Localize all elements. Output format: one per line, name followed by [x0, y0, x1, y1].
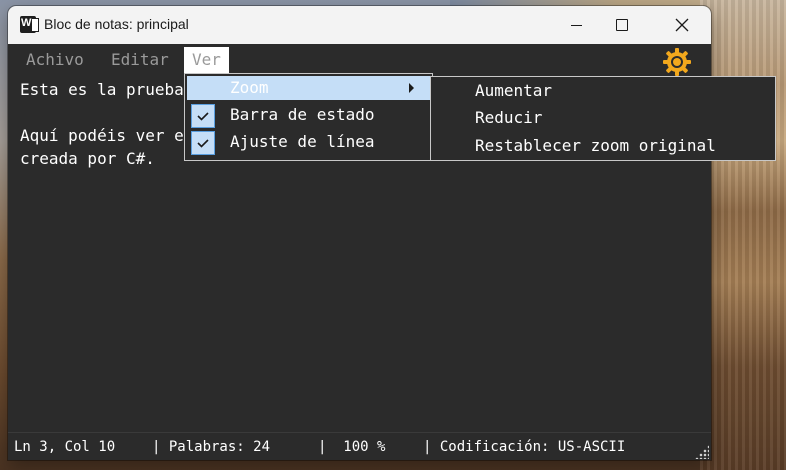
resize-grip[interactable] [695, 445, 709, 459]
status-words: | Palabras: 24 [152, 439, 271, 455]
app-icon [20, 16, 39, 33]
menu-editar[interactable]: Editar [105, 49, 175, 71]
menu-item-barra-de-estado[interactable]: Barra de estado [187, 103, 430, 128]
menu-item-label: Barra de estado [230, 105, 375, 124]
close-button[interactable] [659, 6, 705, 44]
menu-item-reducir[interactable]: Reducir [475, 108, 542, 127]
editor-line: Aquí podéis ver e [20, 126, 184, 145]
status-bar: Ln 3, Col 10 | Palabras: 24 | 100 % | Co… [8, 432, 711, 460]
submenu-arrow-icon [409, 83, 414, 93]
status-encoding: | Codificación: US-ASCII [423, 439, 626, 455]
close-icon [675, 18, 689, 32]
status-position: Ln 3, Col 10 [14, 439, 116, 455]
menu-item-restablecer-zoom[interactable]: Restablecer zoom original [475, 136, 716, 155]
editor-line: Esta es la prueba [20, 80, 184, 99]
zoom-submenu: Aumentar Reducir Restablecer zoom origin… [430, 76, 776, 161]
checkmark-box [191, 131, 215, 155]
minimize-button[interactable] [553, 6, 599, 44]
checkmark-icon [197, 139, 209, 148]
ver-dropdown-menu: Zoom Barra de estado Ajuste de línea [184, 73, 433, 161]
checkmark-box [191, 104, 215, 128]
menu-item-label: Zoom [230, 78, 269, 97]
gear-icon[interactable] [662, 47, 692, 77]
desktop-cliff-town [700, 0, 786, 470]
title-bar[interactable]: Bloc de notas: principal [8, 6, 711, 44]
menu-item-zoom[interactable]: Zoom [187, 76, 430, 100]
menu-archivo[interactable]: Achivo [20, 49, 90, 71]
maximize-icon [616, 19, 628, 31]
menu-ver[interactable]: Ver [184, 47, 229, 73]
maximize-button[interactable] [599, 6, 645, 44]
menu-item-ajuste-de-linea[interactable]: Ajuste de línea [187, 130, 430, 155]
menu-item-label: Ajuste de línea [230, 132, 375, 151]
menu-bar: Achivo Editar Ver [8, 44, 711, 76]
editor-line: creada por C#. [20, 149, 155, 168]
checkmark-icon [197, 112, 209, 121]
status-zoom: | 100 % [318, 439, 386, 455]
menu-item-aumentar[interactable]: Aumentar [475, 81, 552, 100]
minimize-icon [570, 24, 582, 26]
window-title: Bloc de notas: principal [44, 16, 189, 32]
